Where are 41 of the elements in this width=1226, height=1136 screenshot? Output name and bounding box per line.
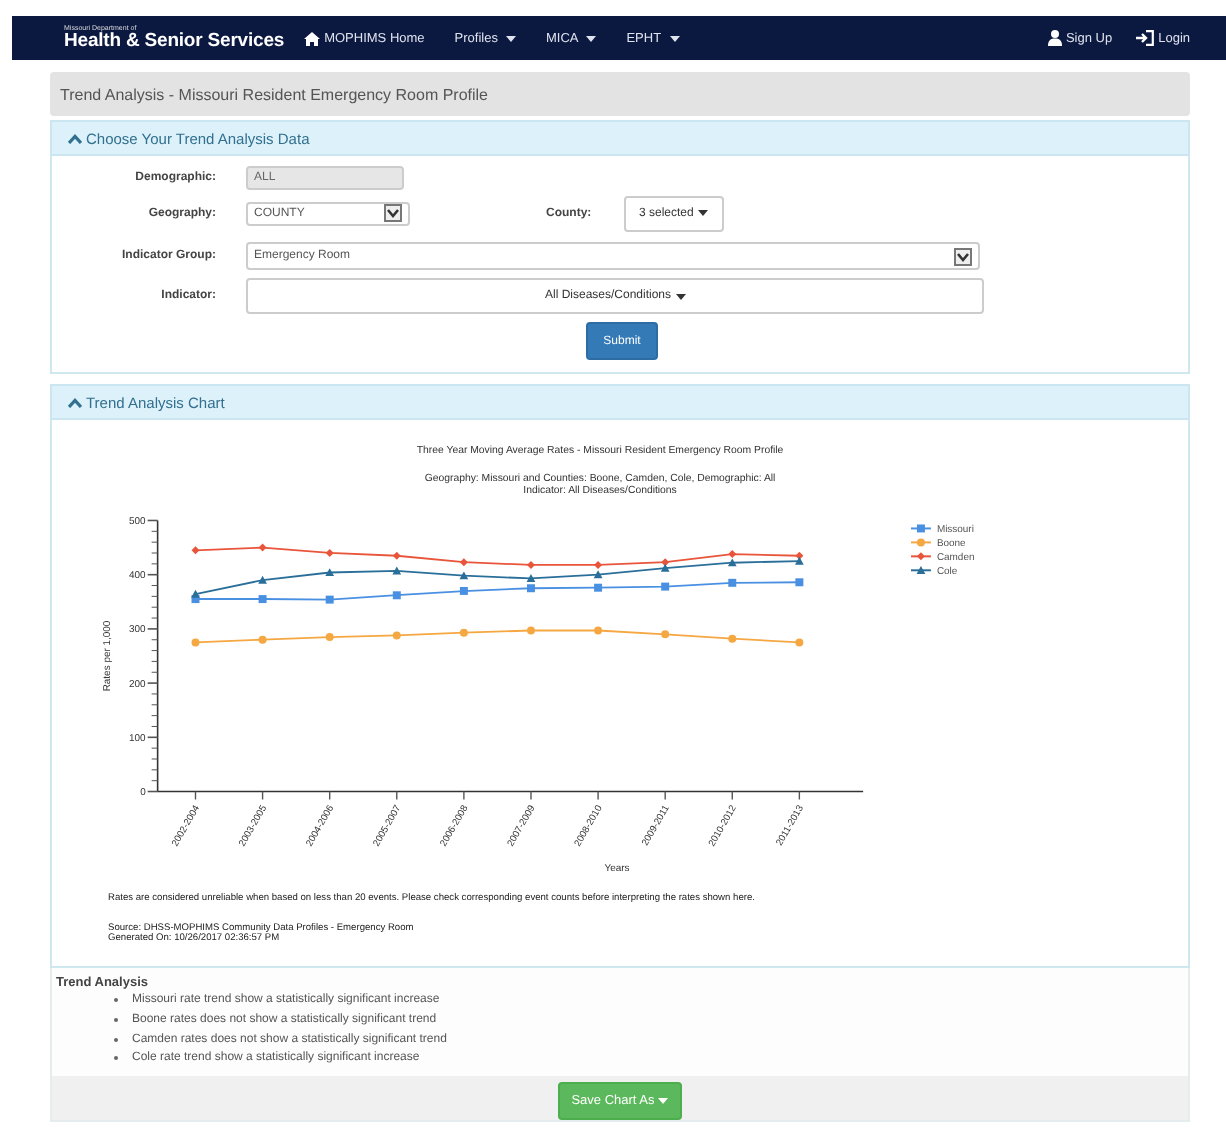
data-point [661, 630, 670, 639]
data-point [258, 543, 267, 552]
data-point [258, 575, 267, 584]
dropdown-arrow-icon [954, 247, 972, 265]
data-point [728, 634, 737, 643]
login-icon [1136, 30, 1155, 46]
caret-icon [675, 293, 686, 299]
data-point [258, 595, 267, 604]
data-point [392, 551, 401, 560]
data-point [459, 586, 468, 595]
data-point [527, 626, 535, 635]
data-point [594, 626, 603, 635]
caret-icon [697, 210, 708, 216]
data-point [594, 583, 603, 592]
data-point [392, 591, 401, 600]
home-icon [304, 31, 321, 45]
caret-icon [505, 35, 516, 41]
data-point [459, 558, 468, 567]
data-point [325, 595, 334, 604]
data-point [459, 571, 469, 580]
data-point [527, 560, 535, 569]
data-point [459, 628, 468, 637]
user-icon [1047, 30, 1062, 46]
data-point [728, 578, 737, 587]
data-point [661, 582, 670, 591]
data-point [325, 633, 334, 641]
data-point [191, 638, 200, 647]
data-point [325, 568, 335, 577]
brand-logo-text[interactable]: Health & Senior Services [64, 32, 285, 51]
data-point [392, 631, 401, 640]
data-point [795, 638, 804, 647]
data-point [258, 635, 267, 644]
dropdown-arrow-icon [384, 204, 402, 222]
data-point [795, 578, 804, 587]
data-point [191, 546, 200, 555]
caret-icon [669, 35, 680, 41]
caret-icon [658, 1097, 669, 1104]
data-point [392, 566, 402, 575]
caret-icon [586, 35, 597, 41]
page-title: Trend Analysis - Missouri Resident Emergency Room Profile [50, 72, 1190, 116]
data-point [325, 549, 334, 557]
